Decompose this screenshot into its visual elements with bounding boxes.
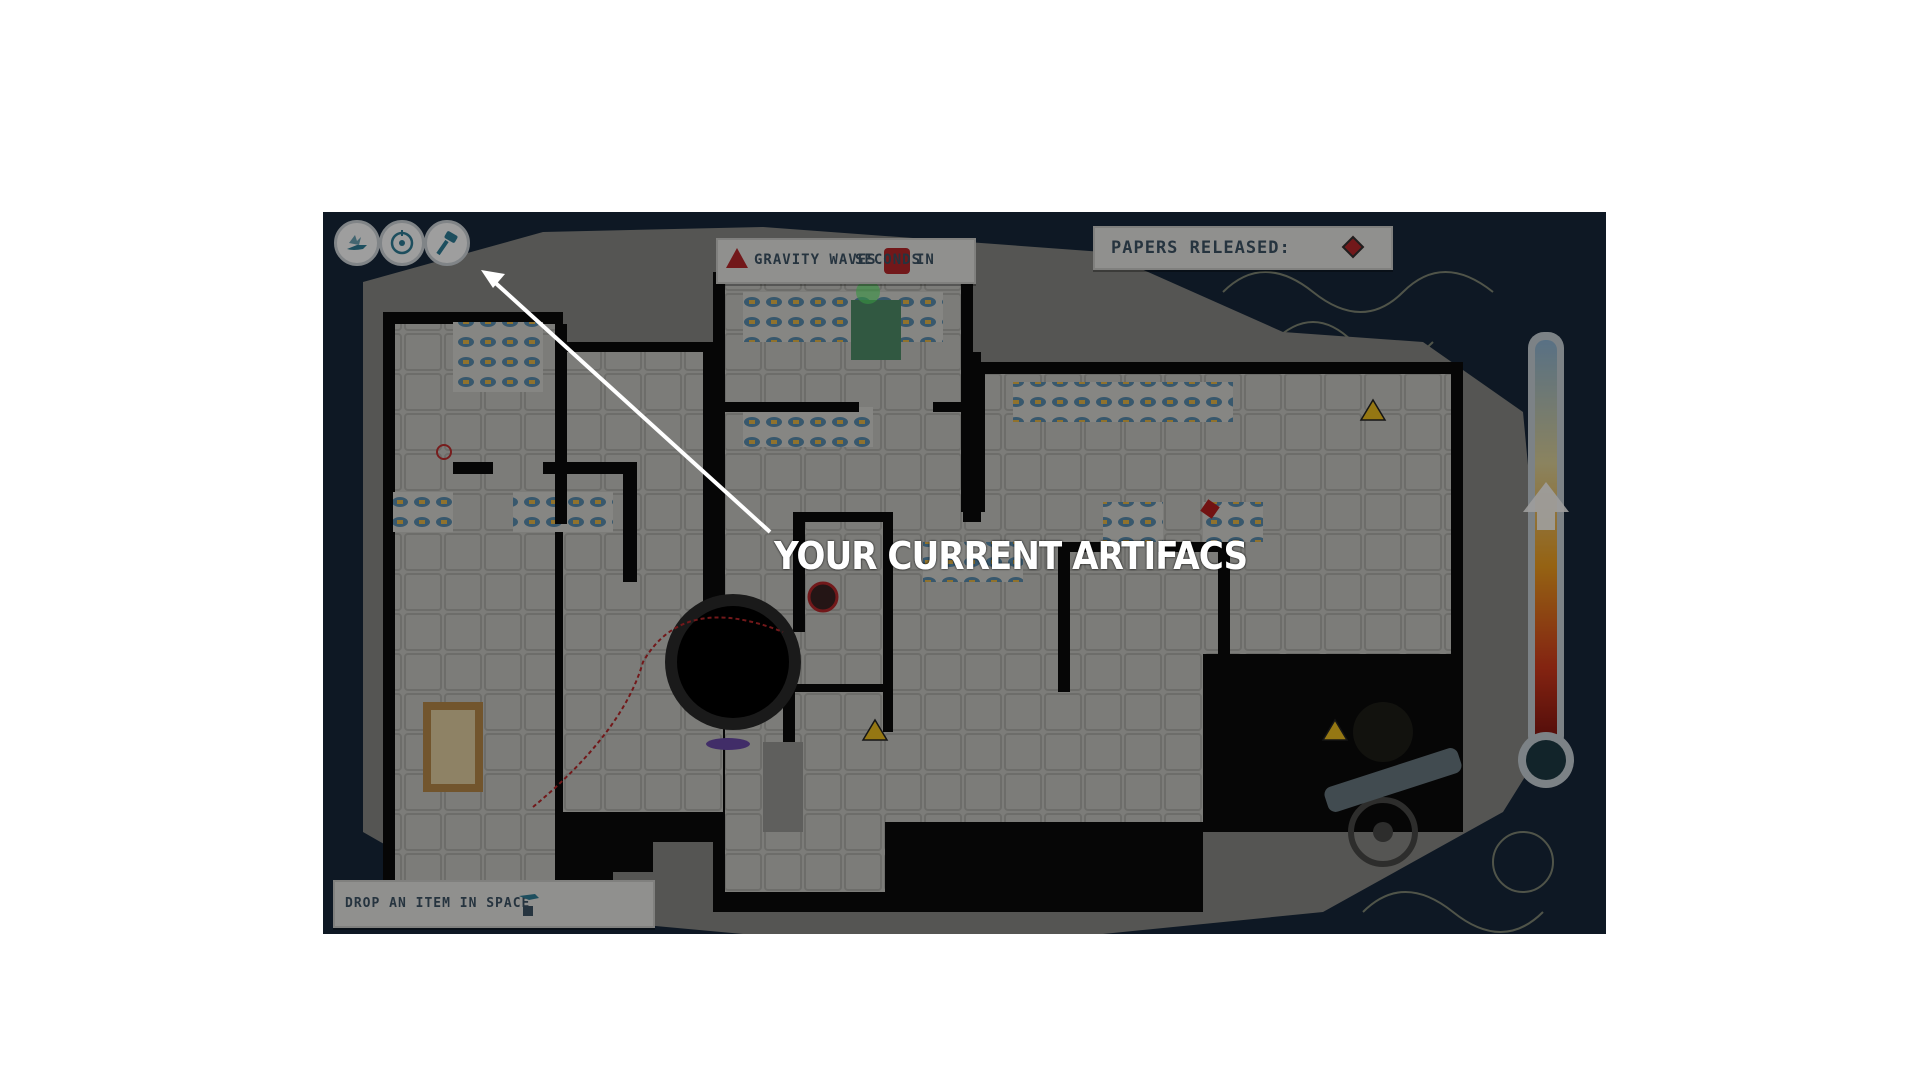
tutorial-label: YOUR CURRENT ARTIFACS	[774, 534, 1248, 578]
arrow-head-icon	[481, 270, 505, 288]
game-viewport[interactable]: Gravity Waves In Seconds Seconds Papers …	[323, 212, 1606, 934]
